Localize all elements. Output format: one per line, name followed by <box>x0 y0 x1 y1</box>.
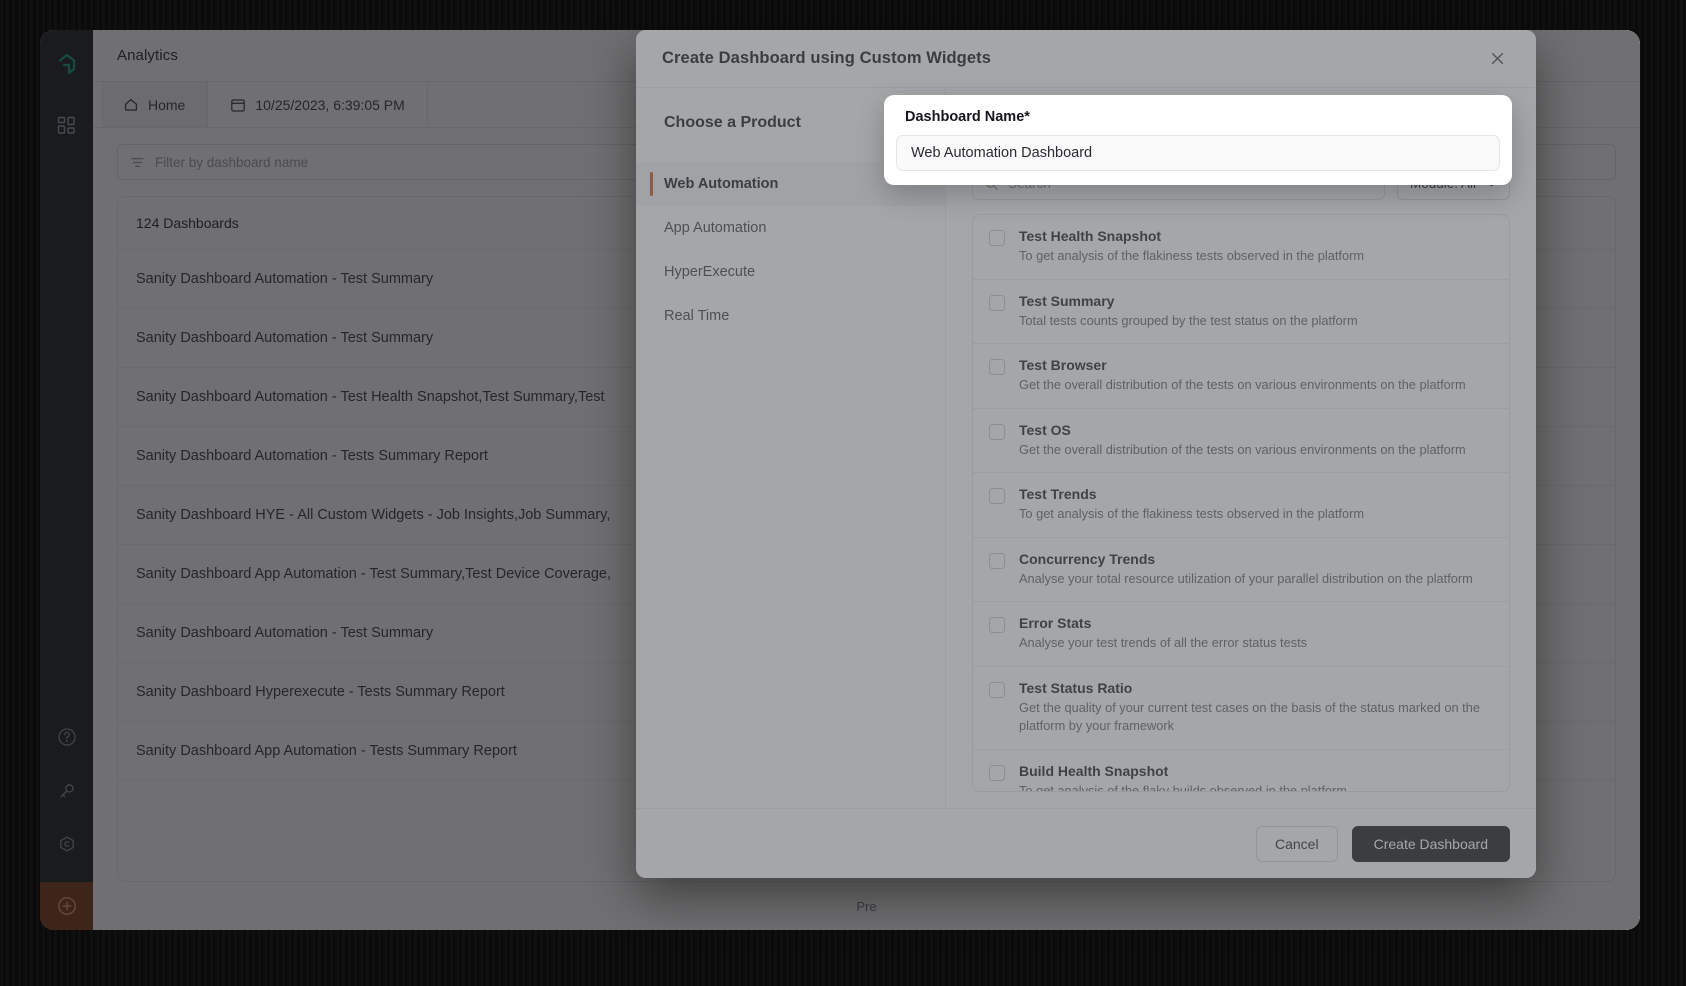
widget-title-line: Test Summary <box>1019 293 1493 309</box>
dashboard-name-label: Dashboard Name* <box>896 109 1500 125</box>
widget-checkbox[interactable] <box>989 765 1005 781</box>
widget-description: To get analysis of the flakiness tests o… <box>1019 247 1493 266</box>
widget-title: Test Status Ratio <box>1019 680 1132 696</box>
widget-description: To get analysis of the flakiness tests o… <box>1019 505 1493 524</box>
widget-text: Test OS Get the overall distribution of t… <box>1019 422 1493 460</box>
product-list: Web AutomationApp AutomationHyperExecute… <box>636 162 945 338</box>
tab-timestamp-label: 10/25/2023, 6:39:05 PM <box>255 97 404 113</box>
help-circle-icon[interactable] <box>50 720 84 754</box>
screen-root: Analytics Home <box>0 0 1686 986</box>
filter-icon <box>130 155 145 170</box>
widget-title: Test Summary <box>1019 293 1114 309</box>
widget-text: Build Health Snapshot To get analysis of … <box>1019 763 1493 792</box>
add-circle-icon[interactable] <box>40 882 93 930</box>
create-dashboard-button[interactable]: Create Dashboard <box>1352 826 1510 862</box>
close-icon[interactable] <box>1484 46 1510 72</box>
tab-home[interactable]: Home <box>101 82 208 127</box>
widget-checkbox[interactable] <box>989 295 1005 311</box>
product-column: Choose a Product Web AutomationApp Autom… <box>636 88 946 808</box>
widget-checkbox[interactable] <box>989 682 1005 698</box>
modal-body: Choose a Product Web AutomationApp Autom… <box>636 88 1536 808</box>
widget-title: Concurrency Trends <box>1019 551 1155 567</box>
product-item-real-time[interactable]: Real Time <box>636 294 945 338</box>
widget-row[interactable]: Test Trends To get analysis of the flakin… <box>973 473 1509 538</box>
product-item-hyperexecute[interactable]: HyperExecute <box>636 250 945 294</box>
widget-row[interactable]: Test OS Get the overall distribution of t… <box>973 409 1509 474</box>
left-navigation-rail <box>40 30 93 930</box>
sidebar-item-dashboard[interactable] <box>50 108 84 142</box>
rail-bottom-group <box>40 720 93 930</box>
widget-checkbox[interactable] <box>989 359 1005 375</box>
widget-title: Test Trends <box>1019 486 1097 502</box>
widget-description: Analyse your total resource utilization … <box>1019 570 1493 589</box>
widget-column: Search Module: All Test Health SnapshotT… <box>946 88 1536 808</box>
dashboard-name-value: Web Automation Dashboard <box>911 145 1092 161</box>
app-footer-text: Pre <box>856 899 876 914</box>
widget-description: Get the overall distribution of the test… <box>1019 376 1493 395</box>
widget-title-line: Build Health Snapshot <box>1019 763 1493 779</box>
widget-title-line: Test Trends <box>1019 486 1493 502</box>
widget-checkbox[interactable] <box>989 553 1005 569</box>
tab-home-label: Home <box>148 97 185 113</box>
dashboard-filter-placeholder: Filter by dashboard name <box>155 155 308 170</box>
widget-row[interactable]: Test Status Ratio Get the quality of your… <box>973 667 1509 750</box>
widget-title-line: Test Health Snapshot <box>1019 228 1493 244</box>
modal-footer: Cancel Create Dashboard <box>636 808 1536 878</box>
dashboard-name-popover: Dashboard Name* Web Automation Dashboard <box>884 95 1512 185</box>
widget-title-line: Error Stats <box>1019 615 1493 631</box>
widget-row[interactable]: Test Browser Get the overall distribution… <box>973 344 1509 409</box>
widget-list: Test Health Snapshot To get analysis of t… <box>972 214 1510 792</box>
widget-description: Total tests counts grouped by the test s… <box>1019 312 1493 331</box>
key-icon[interactable] <box>50 774 84 808</box>
widget-row[interactable]: Test Summary Total tests counts grouped b… <box>973 280 1509 345</box>
widget-title: Test Browser <box>1019 357 1107 373</box>
widget-text: Concurrency Trends Analyse your total res… <box>1019 551 1493 589</box>
calendar-icon <box>230 97 246 113</box>
brand-logo-icon[interactable] <box>54 52 80 78</box>
widget-checkbox[interactable] <box>989 424 1005 440</box>
widget-title: Test OS <box>1019 422 1071 438</box>
widget-title-line: Test Status Ratio <box>1019 680 1493 696</box>
widget-title-line: Concurrency Trends <box>1019 551 1493 567</box>
widget-title-line: Test OS <box>1019 422 1493 438</box>
app-footer: Pre <box>93 882 1640 930</box>
modal-header: Create Dashboard using Custom Widgets <box>636 30 1536 88</box>
home-icon <box>123 97 139 113</box>
product-item-app-automation[interactable]: App Automation <box>636 206 945 250</box>
widget-title: Build Health Snapshot <box>1019 763 1168 779</box>
dashboard-name-input[interactable]: Web Automation Dashboard <box>896 135 1500 171</box>
tab-timestamp[interactable]: 10/25/2023, 6:39:05 PM <box>208 82 427 127</box>
widget-row[interactable]: Build Health Snapshot To get analysis of … <box>973 750 1509 792</box>
widget-description: Get the quality of your current test cas… <box>1019 699 1493 736</box>
widget-row[interactable]: Test Health Snapshot To get analysis of t… <box>973 215 1509 280</box>
widget-checkbox[interactable] <box>989 617 1005 633</box>
widget-text: Test Browser Get the overall distribution… <box>1019 357 1493 395</box>
cancel-button[interactable]: Cancel <box>1256 826 1338 862</box>
widget-row[interactable]: Error Stats Analyse your test trends of a… <box>973 602 1509 667</box>
page-title: Analytics <box>117 47 178 64</box>
support-badge-icon[interactable] <box>50 828 84 862</box>
widget-description: Analyse your test trends of all the erro… <box>1019 634 1493 653</box>
widget-text: Test Status Ratio Get the quality of your… <box>1019 680 1493 736</box>
widget-description: Get the overall distribution of the test… <box>1019 441 1493 460</box>
widget-text: Error Stats Analyse your test trends of a… <box>1019 615 1493 653</box>
widget-text: Test Trends To get analysis of the flakin… <box>1019 486 1493 524</box>
widget-text: Test Summary Total tests counts grouped b… <box>1019 293 1493 331</box>
widget-text: Test Health Snapshot To get analysis of t… <box>1019 228 1493 266</box>
widget-row[interactable]: Concurrency Trends Analyse your total res… <box>973 538 1509 603</box>
widget-title: Error Stats <box>1019 615 1091 631</box>
widget-checkbox[interactable] <box>989 230 1005 246</box>
widget-checkbox[interactable] <box>989 488 1005 504</box>
widget-title: Test Health Snapshot <box>1019 228 1161 244</box>
widget-title-line: Test Browser <box>1019 357 1493 373</box>
widget-description: To get analysis of the flaky builds obse… <box>1019 782 1493 792</box>
modal-title: Create Dashboard using Custom Widgets <box>662 49 991 68</box>
